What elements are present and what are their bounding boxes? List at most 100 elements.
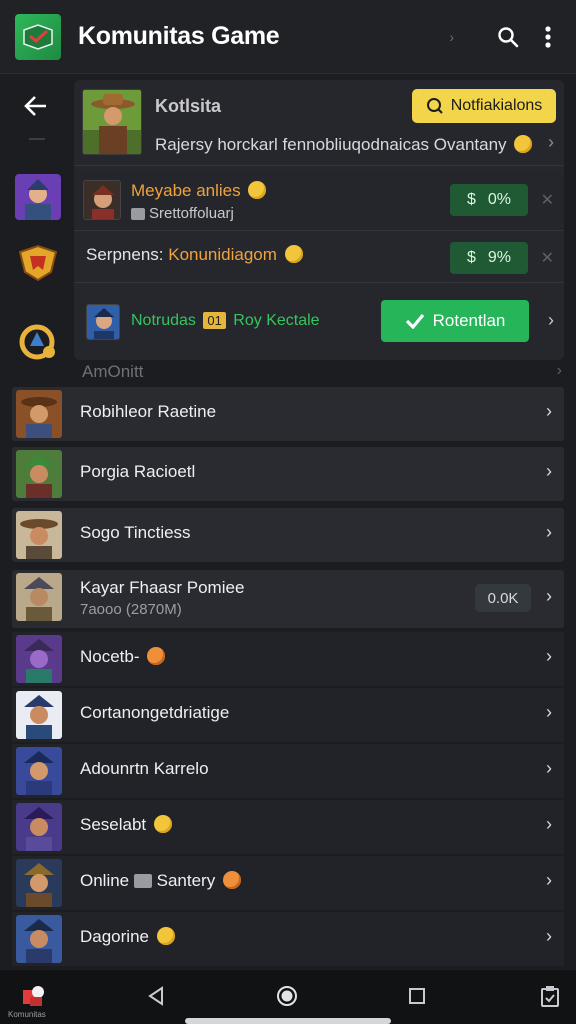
game-thumbnail-icon xyxy=(16,915,62,963)
home-circle-icon[interactable] xyxy=(275,984,299,1008)
list-item-title: Kayar Fhaasr Pomiee xyxy=(80,578,245,597)
smile-emoji-icon xyxy=(514,135,533,153)
featured-description-text: Rajersy horckarl fennobliuqodnaicas Ovan… xyxy=(155,135,507,154)
list-item-title-text: Nocetb- xyxy=(80,647,140,666)
currency-symbol: $ xyxy=(466,191,476,208)
list-item[interactable]: Online Santery › xyxy=(12,856,564,910)
offer-row[interactable]: Meyabe anlies Srettoffoluarj $ 0% ✕ xyxy=(74,171,564,231)
claim-row[interactable]: Notrudas 01 Roy Kectale Rotentlan › xyxy=(74,292,564,354)
claim-button-label: Rotentlan xyxy=(432,311,506,330)
featured-game-name: Kotlsita xyxy=(155,96,222,116)
home-app-label: Komunitas xyxy=(8,1010,46,1019)
list-item-title: Adounrtn Karrelo xyxy=(80,759,209,778)
list-item[interactable]: Robihleor Raetine › xyxy=(12,387,564,441)
game-thumbnail-icon xyxy=(16,691,62,739)
game-thumbnail-icon xyxy=(16,573,62,621)
close-icon[interactable]: ✕ xyxy=(541,248,554,268)
chevron-right-icon: › xyxy=(546,401,552,421)
shield-emblem-icon[interactable] xyxy=(15,240,61,286)
offer-title-prefix: Serpnens: xyxy=(86,245,164,264)
offer-title-text: Meyabe anlies xyxy=(131,181,241,200)
bell-ring-icon xyxy=(426,98,443,114)
chevron-right-icon[interactable]: › xyxy=(548,132,554,153)
price-button[interactable]: $ 0% xyxy=(450,184,528,216)
play-badge-icon xyxy=(133,874,152,888)
offer-subtitle: Srettoffoluarj xyxy=(131,205,234,222)
close-icon[interactable]: ✕ xyxy=(541,190,554,210)
featured-game-card[interactable]: Kotlsita Notfiakialons Rajersy horckarl … xyxy=(74,80,564,166)
game-thumbnail-icon xyxy=(16,390,62,438)
game-thumbnail-icon xyxy=(16,635,62,683)
back-arrow-icon[interactable] xyxy=(18,88,54,124)
avatar-knight-icon[interactable] xyxy=(15,174,61,220)
recents-square-icon[interactable] xyxy=(405,984,429,1008)
smile-emoji-icon xyxy=(222,871,241,889)
system-nav-bar: Komunitas xyxy=(0,970,576,1024)
game-thumbnail-icon xyxy=(16,803,62,851)
price-button[interactable]: $ 9% xyxy=(450,242,528,274)
left-rail xyxy=(0,74,72,384)
app-logo-icon[interactable] xyxy=(15,13,61,60)
ring-badge-icon[interactable] xyxy=(15,318,61,364)
list-item-title-after: Santery xyxy=(156,871,216,890)
list-item-title: Nocetb- xyxy=(80,647,166,667)
list-item[interactable]: Sogo Tinctiess › xyxy=(12,508,564,562)
list-item-title-text: Dagorine xyxy=(80,927,149,946)
smile-emoji-icon xyxy=(284,245,303,263)
list-item[interactable]: Porgia Racioetl › xyxy=(12,447,564,501)
chevron-right-icon: › xyxy=(546,586,552,606)
search-icon[interactable] xyxy=(488,17,528,57)
game-thumbnail-cowboy-icon xyxy=(82,89,142,155)
app-bar: Komunitas Game › xyxy=(0,0,576,74)
app-title: Komunitas Game xyxy=(78,22,280,50)
price-value: 9% xyxy=(487,249,512,266)
smile-emoji-icon xyxy=(153,815,172,833)
notifications-button[interactable]: Notfiakialons xyxy=(412,89,556,123)
list-item[interactable]: Kayar Fhaasr Pomiee 7aooo (2870M) 0.0K › xyxy=(12,570,564,628)
list-item-title-text: Online xyxy=(80,871,130,890)
section-label: AmOnitt xyxy=(82,362,144,381)
list-item[interactable]: Seselabt › xyxy=(12,800,564,854)
chevron-right-icon: › xyxy=(546,702,552,722)
claim-text: Notrudas 01 Roy Kectale xyxy=(131,312,320,330)
offer-title-highlight: Konunidiagom xyxy=(168,245,277,264)
more-vert-icon[interactable] xyxy=(528,17,568,57)
checkmark-icon xyxy=(405,313,424,329)
offer-row[interactable]: Serpnens: Konunidiagom $ 9% ✕ xyxy=(74,233,564,283)
chevron-right-icon: › xyxy=(449,28,454,45)
price-value: 0% xyxy=(487,191,512,208)
game-thumbnail-icon xyxy=(16,747,62,795)
list-item[interactable]: Cortanongetdriatige › xyxy=(12,688,564,742)
list-item-title-text: Seselabt xyxy=(80,815,147,834)
list-item-title: Seselabt xyxy=(80,815,172,835)
offer-subtitle-text: Srettoffoluarj xyxy=(149,205,234,222)
list-item-subtitle: 7aooo (2870M) xyxy=(80,601,182,618)
controller-icon xyxy=(131,207,145,220)
list-item-pill[interactable]: 0.0K xyxy=(475,584,531,612)
notifications-label: Notfiakialons xyxy=(450,97,543,114)
claim-button[interactable]: Rotentlan xyxy=(381,300,529,342)
chevron-right-icon: › xyxy=(546,758,552,778)
list-item[interactable]: Adounrtn Karrelo › xyxy=(12,744,564,798)
game-thumbnail-icon xyxy=(16,511,62,559)
featured-description: Rajersy horckarl fennobliuqodnaicas Ovan… xyxy=(155,135,533,155)
rail-divider xyxy=(29,138,45,140)
chevron-right-icon: › xyxy=(546,461,552,481)
list-item-title: Porgia Racioetl xyxy=(80,462,196,481)
clipboard-icon[interactable] xyxy=(538,984,562,1008)
game-thumbnail-icon xyxy=(16,859,62,907)
list-item-title: Sogo Tinctiess xyxy=(80,523,191,542)
game-thumbnail-icon xyxy=(16,450,62,498)
chevron-right-icon: › xyxy=(546,926,552,946)
chevron-right-icon[interactable]: › xyxy=(557,362,562,380)
currency-symbol: $ xyxy=(466,249,476,266)
list-item[interactable]: Nocetb- › xyxy=(12,632,564,686)
chevron-right-icon: › xyxy=(546,870,552,890)
home-app-icon[interactable] xyxy=(22,984,46,1008)
claim-text-after: Roy Kectale xyxy=(233,312,320,329)
chevron-right-icon: › xyxy=(546,814,552,834)
back-triangle-icon[interactable] xyxy=(145,984,169,1008)
list-item[interactable]: Dagorine › xyxy=(12,912,564,966)
smile-emoji-icon xyxy=(156,927,175,945)
chevron-right-icon[interactable]: › xyxy=(548,310,554,331)
